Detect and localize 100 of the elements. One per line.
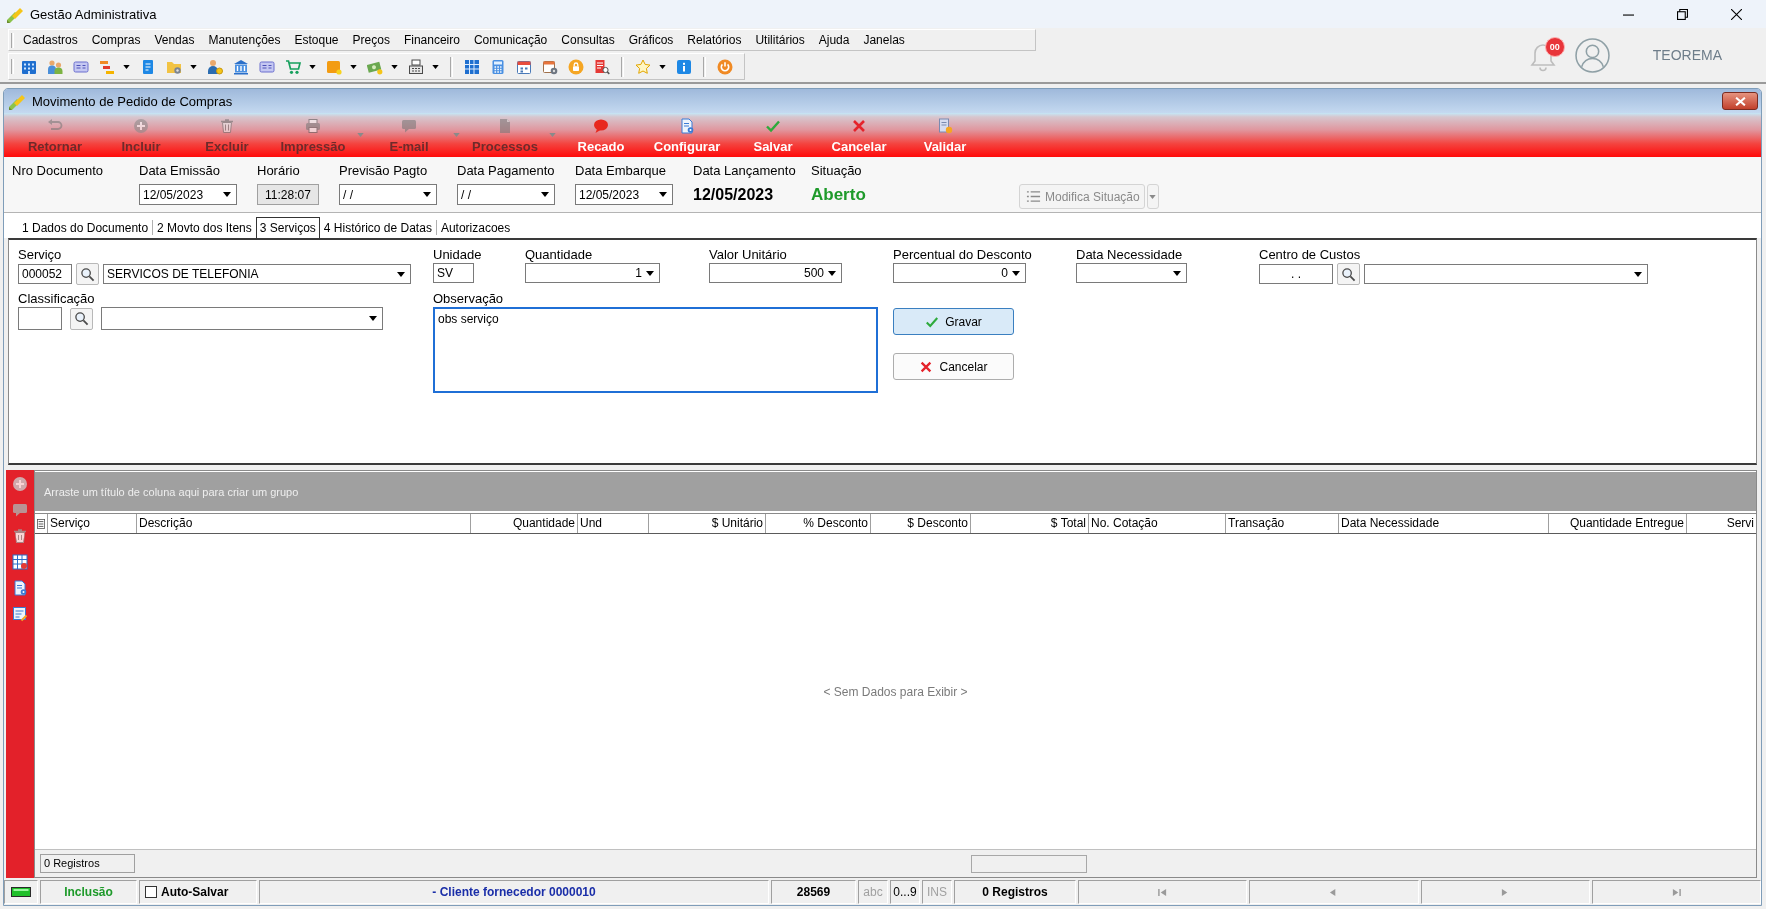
menu-item[interactable]: Cadastros (16, 31, 85, 49)
cart-icon[interactable] (285, 58, 301, 75)
menu-item[interactable]: Manutenções (201, 31, 288, 49)
toolbar-button[interactable]: Recado (558, 113, 644, 157)
tab[interactable]: 1 Dados do Documento (18, 217, 153, 238)
menu-item[interactable]: Comunicação (466, 31, 555, 49)
column-header[interactable]: Descrição (137, 514, 471, 533)
quantity-field[interactable]: 1 (525, 263, 660, 283)
search-button[interactable] (70, 307, 93, 330)
dropdown-caret-icon[interactable] (391, 64, 398, 69)
people-icon[interactable] (47, 58, 63, 75)
date-field[interactable] (1076, 263, 1187, 283)
power-icon[interactable] (717, 58, 733, 75)
checkbox[interactable] (145, 886, 157, 898)
edit-list-icon[interactable] (12, 606, 28, 622)
cash-register-icon[interactable] (408, 58, 424, 75)
document-gear-icon[interactable] (12, 580, 28, 596)
menu-item[interactable]: Ajuda (811, 31, 857, 49)
close-button[interactable] (1722, 92, 1758, 110)
column-header[interactable]: $ Total (971, 514, 1089, 533)
nav-first-button[interactable] (1078, 880, 1248, 904)
tab[interactable]: 2 Movto dos Itens (153, 217, 256, 238)
column-header[interactable]: Quantidade Entregue (1549, 514, 1687, 533)
tab[interactable]: Autorizacoes (436, 217, 515, 238)
calculator-icon[interactable] (490, 58, 506, 75)
document-icon[interactable] (140, 58, 156, 75)
menu-item[interactable]: Compras (84, 31, 148, 49)
menu-item[interactable]: Consultas (554, 31, 622, 49)
time-field: 11:28:07 (257, 184, 319, 205)
nav-next-button[interactable] (1420, 880, 1590, 904)
menu-item[interactable]: Gráficos (621, 31, 681, 49)
service-dropdown[interactable]: SERVICOS DE TELEFONIA (103, 264, 411, 284)
column-header[interactable]: $ Unitário (649, 514, 766, 533)
dropdown-caret-icon[interactable] (350, 64, 357, 69)
calendar-gear-icon[interactable] (542, 58, 558, 75)
dropdown-caret-icon[interactable] (432, 64, 439, 69)
id-card-icon[interactable] (73, 58, 89, 75)
menu-item[interactable]: Estoque (287, 31, 346, 49)
dropdown-button[interactable] (1146, 184, 1159, 209)
column-header[interactable]: Quantidade (471, 514, 578, 533)
calendar-icon[interactable] (516, 58, 532, 75)
plus-circle-icon[interactable] (12, 476, 28, 492)
menu-item[interactable]: Financeiro (396, 31, 467, 49)
restore-icon[interactable] (1676, 8, 1688, 20)
column-header[interactable]: No. Cotação (1089, 514, 1226, 533)
observation-field[interactable]: obs serviço (433, 307, 878, 393)
toolbar-button[interactable]: Configurar (644, 113, 730, 157)
column-chooser-icon[interactable] (37, 518, 45, 529)
search-button[interactable] (1337, 263, 1360, 285)
save-button[interactable]: Gravar (893, 308, 1014, 335)
tab[interactable]: 3 Serviços (255, 217, 320, 238)
menu-item[interactable]: Utilitários (748, 31, 812, 49)
report-search-icon[interactable] (594, 58, 610, 75)
menu-item[interactable]: Preços (345, 31, 397, 49)
user-avatar-icon[interactable] (1574, 37, 1610, 73)
column-header[interactable]: Servi (1687, 514, 1756, 533)
nav-previous-button[interactable] (1249, 880, 1419, 904)
star-icon[interactable] (635, 58, 651, 75)
toolbar-button[interactable]: Validar (902, 113, 988, 157)
close-icon[interactable] (1730, 8, 1742, 20)
code-field[interactable] (18, 307, 62, 330)
menu-item[interactable]: Janelas (856, 31, 912, 49)
bar-chart-icon[interactable] (99, 58, 115, 75)
date-field[interactable]: 12/05/2023 (575, 184, 673, 205)
column-header[interactable]: Transação (1226, 514, 1339, 533)
building-icon[interactable] (21, 58, 37, 75)
column-header[interactable]: Und (578, 514, 649, 533)
cancel-button[interactable]: Cancelar (893, 353, 1014, 380)
person-coin-icon[interactable] (207, 58, 223, 75)
column-header[interactable]: % Desconto (766, 514, 871, 533)
column-header[interactable]: Data Necessidade (1339, 514, 1549, 533)
discount-field[interactable]: 0 (893, 263, 1026, 283)
toolbar-button[interactable]: Cancelar (816, 113, 902, 157)
column-header[interactable]: $ Desconto (871, 514, 971, 533)
menu-item[interactable]: Relatórios (680, 31, 749, 49)
table-icon[interactable] (12, 554, 28, 570)
unit-price-field[interactable]: 500 (709, 263, 842, 283)
nav-last-button[interactable] (1591, 880, 1761, 904)
trash-icon[interactable] (12, 528, 28, 544)
id-card-icon[interactable] (259, 58, 275, 75)
dropdown-caret-icon[interactable] (309, 64, 316, 69)
date-field[interactable]: 12/05/2023 (139, 184, 237, 205)
dropdown-caret-icon[interactable] (190, 64, 197, 69)
unit-field[interactable]: SV (433, 263, 474, 283)
code-field[interactable]: . . (1259, 264, 1333, 284)
info-icon[interactable] (676, 58, 692, 75)
date-field[interactable]: / / (457, 184, 555, 205)
toolbar-button[interactable]: Salvar (730, 113, 816, 157)
spreadsheet-icon[interactable] (464, 58, 480, 75)
dropdown-caret-icon[interactable] (659, 64, 666, 69)
column-header[interactable]: Serviço (48, 514, 137, 533)
dropdown-caret-icon[interactable] (123, 64, 130, 69)
tab[interactable]: 4 Histórico de Datas (319, 217, 436, 238)
bank-icon[interactable] (233, 58, 249, 75)
cost-center-dropdown[interactable] (1364, 264, 1648, 284)
menu-item[interactable]: Vendas (147, 31, 202, 49)
classification-dropdown[interactable] (101, 307, 383, 330)
code-field[interactable]: 000052 (18, 264, 72, 284)
search-button[interactable] (76, 263, 99, 285)
date-field[interactable]: / / (339, 184, 437, 205)
